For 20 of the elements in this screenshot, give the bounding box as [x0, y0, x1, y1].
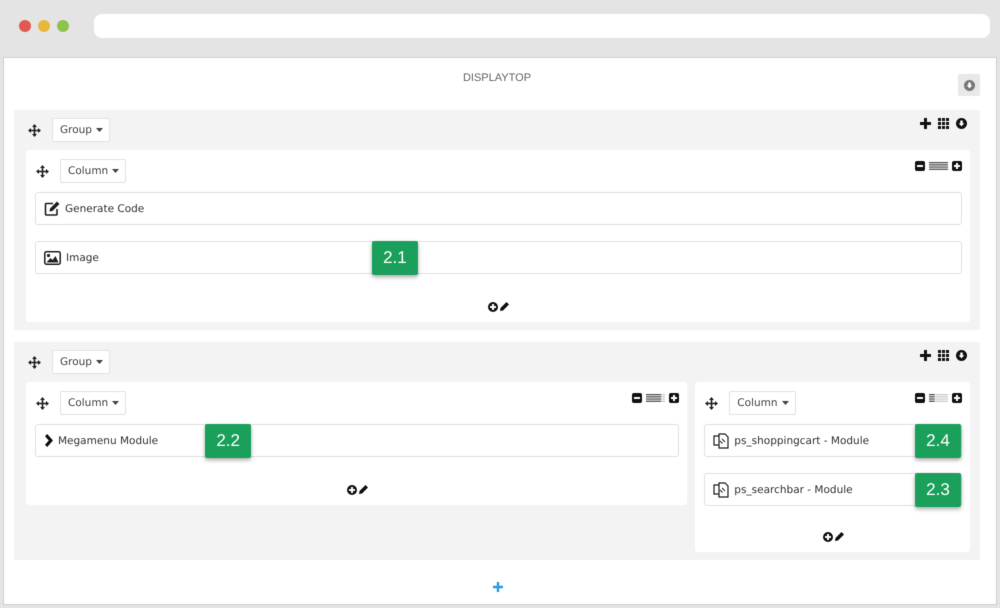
- module-block[interactable]: Image 2.1: [35, 241, 962, 274]
- module-label: Image: [66, 252, 99, 264]
- group-dropdown[interactable]: Group: [52, 350, 110, 374]
- column-dropdown[interactable]: Column: [729, 391, 796, 415]
- module-label: ps_shoppingcart - Module: [734, 434, 870, 446]
- module-label: Generate Code: [65, 202, 144, 214]
- step-badge: 2.2: [205, 424, 252, 458]
- module-block[interactable]: ps_searchbar - Module 2.3: [704, 473, 962, 506]
- section-title: DISPLAYTOP: [462, 71, 532, 86]
- module-block[interactable]: ps_shoppingcart - Module 2.4: [704, 424, 962, 457]
- step-badge: 2.4: [915, 424, 961, 458]
- module-label: ps_searchbar - Module: [734, 484, 853, 496]
- module-label: Megamenu Module: [58, 434, 158, 446]
- step-badge: 2.3: [915, 473, 961, 507]
- column-dropdown[interactable]: Column: [60, 391, 126, 415]
- module-block[interactable]: Generate Code: [35, 192, 962, 225]
- step-badge: 2.1: [372, 241, 418, 275]
- module-block[interactable]: Megamenu Module 2.2: [35, 424, 680, 457]
- group-dropdown[interactable]: Group: [52, 118, 110, 142]
- column-dropdown[interactable]: Column: [60, 159, 126, 183]
